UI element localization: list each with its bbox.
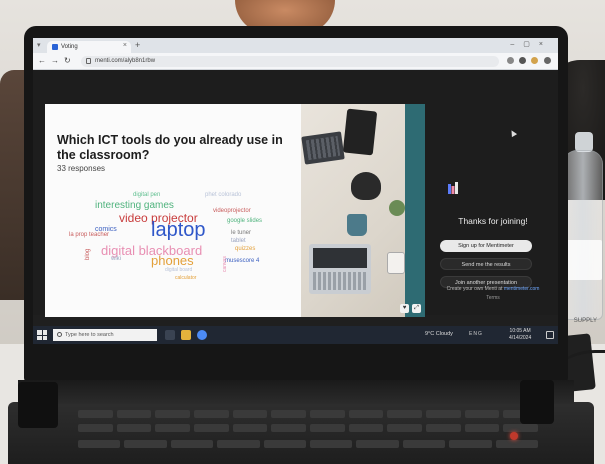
terms-link[interactable]: Terms	[428, 295, 558, 301]
profile-avatar[interactable]	[531, 57, 538, 64]
word-cloud-term: interesting games	[95, 200, 174, 211]
laptop-deck	[8, 402, 594, 464]
slide-corner-buttons: ♥ ⤢	[400, 304, 421, 313]
fullscreen-icon[interactable]: ⤢	[412, 304, 421, 313]
address-bar[interactable]: menti.com/alyb8n1rbw	[81, 56, 499, 67]
mentimeter-logo-icon	[448, 182, 458, 194]
word-cloud-term: digital board	[165, 267, 193, 273]
windows-taskbar: Type here to search 9°C Cloudy ENG 10:05…	[33, 326, 558, 344]
search-placeholder: Type here to search	[65, 332, 114, 338]
browser-tab-bar: ▾ Voting × + –▢×	[33, 38, 558, 53]
join-panel: Thanks for joining! Sign up for Mentimet…	[428, 70, 558, 315]
reaction-icon[interactable]: ♥	[400, 304, 409, 313]
bottle-label	[564, 240, 602, 280]
photo-teal-strip	[405, 104, 425, 317]
word-cloud-term: blog	[85, 248, 91, 260]
tab-title: Voting	[61, 44, 78, 50]
word-cloud-term: wiki	[111, 256, 121, 262]
notification-icon[interactable]	[546, 331, 554, 339]
new-tab-button[interactable]: +	[135, 40, 140, 50]
weather-widget[interactable]: 9°C Cloudy	[425, 331, 453, 337]
response-count: 33 responses	[57, 164, 106, 173]
slide-card: Which ICT tools do you already use in th…	[45, 104, 425, 317]
taskbar-clock[interactable]: 10:05 AM 4/14/2024	[509, 328, 531, 342]
extension-icon[interactable]	[519, 57, 526, 64]
mentimeter-link[interactable]: mentimeter.com	[504, 286, 540, 292]
key-row	[78, 410, 539, 418]
windows-start-icon[interactable]	[37, 330, 47, 340]
bottle-cap	[575, 132, 593, 152]
water-bottle	[563, 150, 603, 320]
laptop-screen: ▾ Voting × + –▢× ← → ↻ menti.com/alyb8n1…	[33, 38, 558, 344]
photo-kettle	[351, 172, 381, 200]
photo-glass	[387, 252, 405, 274]
system-tray-language[interactable]: ENG	[469, 331, 483, 337]
slide-photo: ♥ ⤢	[301, 104, 425, 317]
menu-dots-icon[interactable]	[544, 57, 551, 64]
word-cloud-term: calculator	[175, 275, 197, 281]
clock-time: 10:05 AM	[509, 328, 531, 334]
hinge-right	[520, 380, 554, 424]
laptop-hinge	[18, 380, 574, 404]
bottle-text: SUPPLY	[573, 318, 597, 324]
back-arrow-icon[interactable]: ←	[38, 56, 46, 65]
footer-prefix: Create your own Menti at	[446, 286, 503, 292]
word-cloud-term: quizzes	[235, 246, 256, 252]
tab-close-icon[interactable]: ×	[123, 42, 127, 49]
word-cloud-term: le tuner	[231, 230, 252, 236]
tab-search-icon[interactable]: ▾	[37, 41, 44, 49]
presentation-stage: Which ICT tools do you already use in th…	[33, 70, 558, 317]
photo-laptop-open	[309, 244, 371, 294]
reload-icon[interactable]: ↻	[64, 56, 71, 65]
signup-button[interactable]: Sign up for Mentimeter	[440, 240, 532, 252]
word-cloud-term: google slides	[227, 218, 263, 224]
word-cloud-term: canvas	[222, 256, 228, 272]
window-controls[interactable]: –▢×	[510, 40, 552, 48]
task-view-icon[interactable]	[165, 330, 175, 340]
word-cloud-term: phet colorado	[205, 192, 242, 198]
word-cloud-term: videoprojector	[213, 208, 251, 214]
footer-note: Create your own Menti at mentimeter.com	[428, 286, 558, 292]
browser-toolbar: ← → ↻ menti.com/alyb8n1rbw	[33, 53, 558, 70]
file-explorer-icon[interactable]	[181, 330, 191, 340]
word-cloud-term: digital pen	[133, 192, 161, 198]
chrome-icon[interactable]	[197, 330, 207, 340]
slide-question: Which ICT tools do you already use in th…	[57, 133, 283, 162]
photo-cup	[347, 214, 367, 236]
photo-laptop	[301, 131, 345, 165]
photo-tablet	[342, 108, 378, 156]
thanks-message: Thanks for joining!	[458, 216, 528, 226]
word-cloud-term: phones	[151, 253, 194, 268]
key-row	[78, 440, 539, 448]
power-led	[510, 432, 518, 440]
tab-voting[interactable]: Voting ×	[47, 41, 131, 53]
url-text: menti.com/alyb8n1rbw	[95, 58, 156, 64]
forward-arrow-icon[interactable]: →	[51, 56, 59, 65]
word-cloud-term: musescore 4	[225, 258, 260, 264]
taskbar-search-input[interactable]: Type here to search	[53, 329, 157, 341]
word-cloud-term: tablet	[231, 238, 246, 244]
star-icon[interactable]	[507, 57, 514, 64]
word-cloud-term: laptop	[151, 219, 206, 241]
clock-date: 4/14/2024	[509, 335, 532, 341]
search-icon	[57, 332, 62, 337]
send-results-button[interactable]: Send me the results	[440, 258, 532, 270]
photo-plant	[389, 200, 405, 216]
hinge-left	[18, 382, 58, 428]
word-cloud-term: la prop teacher	[69, 232, 110, 238]
lock-icon	[86, 58, 91, 64]
mentimeter-favicon-icon	[52, 44, 58, 50]
key-row	[78, 424, 539, 432]
